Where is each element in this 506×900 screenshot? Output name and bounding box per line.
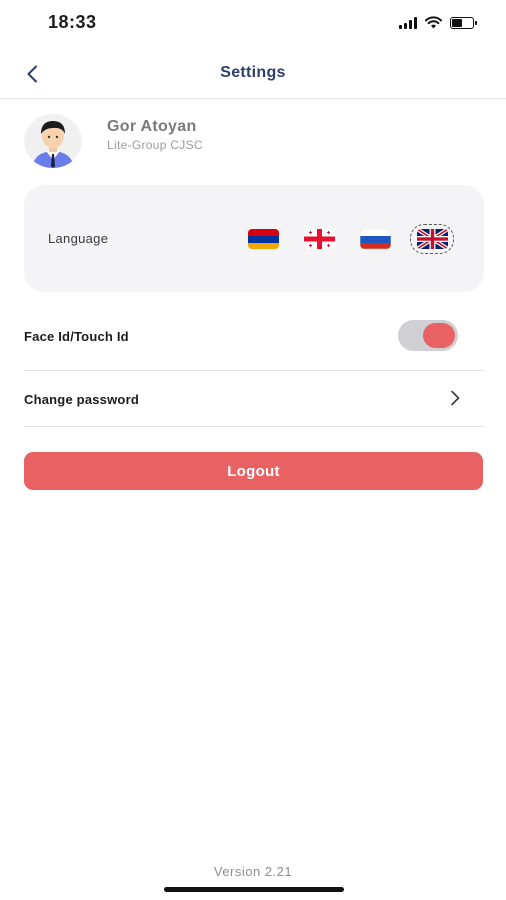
logout-button[interactable]: Logout [24,452,483,490]
russia-flag-icon [359,229,391,249]
divider [24,426,484,427]
language-option-armenian[interactable] [246,225,280,253]
nav-bar: Settings [0,48,506,99]
armenia-flag-icon [247,229,279,249]
status-icons [399,16,477,29]
profile-name: Gor Atoyan [107,118,197,135]
battery-icon [450,16,477,29]
profile-section: Gor Atoyan Lite-Group CJSC [24,114,203,170]
wifi-icon [425,16,442,29]
language-card: Language [24,185,484,292]
georgia-flag-icon [303,229,335,249]
language-label: Language [48,231,109,246]
profile-text: Gor Atoyan Lite-Group CJSC [107,118,203,152]
face-id-row: Face Id/Touch Id [24,316,484,356]
toggle-knob [423,323,455,348]
language-option-english[interactable] [410,224,454,254]
uk-flag-icon [416,229,448,249]
status-bar: 18:33 [0,0,506,48]
profile-company: Lite-Group CJSC [107,138,203,152]
page-title: Settings [220,64,286,81]
signal-icon [399,16,417,29]
chevron-right-icon [451,390,460,406]
language-flags [246,224,454,254]
avatar [24,114,82,168]
version-label: Version 2.21 [213,864,293,879]
language-option-georgian[interactable] [302,225,336,253]
language-option-russian[interactable] [358,225,392,253]
change-password-row[interactable]: Change password [24,380,484,418]
home-indicator [164,887,344,892]
face-id-label: Face Id/Touch Id [24,328,129,344]
divider [24,370,484,371]
face-id-toggle[interactable] [398,320,458,351]
change-password-label: Change password [24,391,139,407]
status-time: 18:33 [48,12,97,32]
battery-fill [452,18,463,27]
